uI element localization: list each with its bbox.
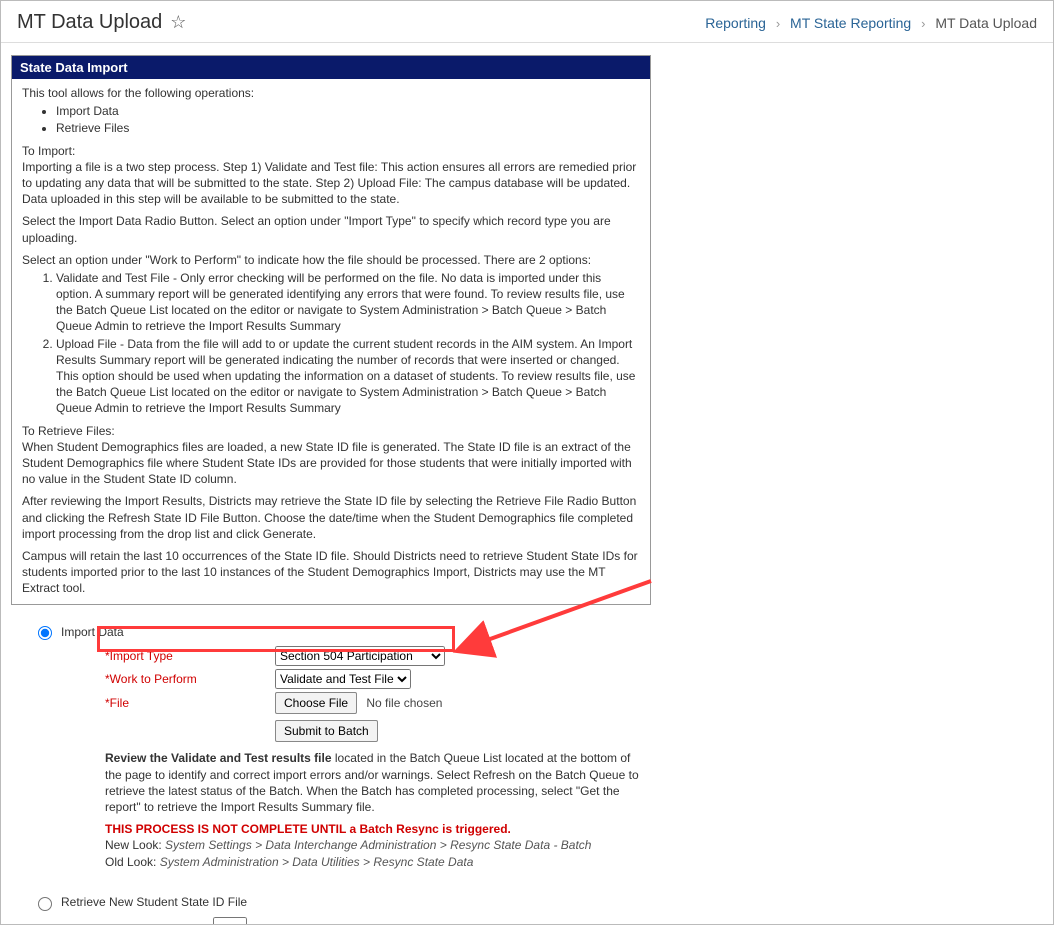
choose-file-button[interactable]: Choose File — [275, 692, 357, 714]
work-to-perform-select[interactable]: Validate and Test File — [275, 669, 411, 689]
submit-to-batch-button[interactable]: Submit to Batch — [275, 720, 378, 742]
to-import-heading: To Import: — [22, 143, 640, 159]
import-fields: *Import Type Section 504 Participation *… — [105, 646, 641, 742]
breadcrumb-link-reporting[interactable]: Reporting — [705, 15, 766, 31]
favorite-star-icon[interactable]: ☆ — [170, 12, 186, 33]
breadcrumb: Reporting › MT State Reporting › MT Data… — [705, 15, 1037, 31]
import-data-radio[interactable] — [38, 626, 52, 640]
work-perform-lead: Select an option under "Work to Perform"… — [22, 252, 640, 268]
import-data-radio-row: Import Data — [33, 623, 641, 640]
new-look-label: New Look: — [105, 838, 165, 852]
form-area: Import Data *Import Type Section 504 Par… — [11, 605, 651, 924]
panel-body: This tool allows for the following opera… — [12, 79, 650, 604]
import-type-label: *Import Type — [105, 648, 275, 664]
to-import-p2: Select the Import Data Radio Button. Sel… — [22, 213, 640, 245]
work-to-perform-label: *Work to Perform — [105, 671, 275, 687]
to-retrieve-heading: To Retrieve Files: — [22, 423, 640, 439]
file-label: *File — [105, 695, 275, 711]
page-title: MT Data Upload — [17, 11, 162, 34]
retrieve-radio-row: Retrieve New Student State ID File — [33, 894, 641, 911]
retrieve-file-radio[interactable] — [38, 897, 52, 911]
content-scroll[interactable]: State Data Import This tool allows for t… — [1, 45, 1053, 924]
page-title-wrap: MT Data Upload ☆ — [17, 11, 186, 34]
retrieve-file-label: Retrieve New Student State ID File — [61, 894, 247, 910]
work-opt-1: Validate and Test File - Only error chec… — [56, 270, 640, 335]
chevron-right-icon: › — [776, 16, 780, 31]
file-status: No file chosen — [366, 696, 442, 710]
intro-text: This tool allows for the following opera… — [22, 85, 640, 101]
state-data-import-panel: State Data Import This tool allows for t… — [11, 55, 651, 605]
resync-warning: THIS PROCESS IS NOT COMPLETE UNTIL a Bat… — [105, 821, 645, 837]
old-look-label: Old Look: — [105, 855, 160, 869]
import-type-select[interactable]: Section 504 Participation — [275, 646, 445, 666]
work-opt-2: Upload File - Data from the file will ad… — [56, 336, 640, 417]
breadcrumb-link-mt-state-reporting[interactable]: MT State Reporting — [790, 15, 911, 31]
to-retrieve-p1: When Student Demographics files are load… — [22, 439, 640, 488]
state-id-file-select[interactable] — [213, 917, 247, 924]
panel-header: State Data Import — [12, 56, 650, 79]
breadcrumb-current: MT Data Upload — [935, 15, 1037, 31]
op-item: Retrieve Files — [56, 120, 640, 136]
import-data-label: Import Data — [61, 624, 124, 640]
to-retrieve-p2: After reviewing the Import Results, Dist… — [22, 493, 640, 542]
old-look-path: System Administration > Data Utilities >… — [160, 855, 474, 869]
chevron-right-icon: › — [921, 16, 925, 31]
header-bar: MT Data Upload ☆ Reporting › MT State Re… — [1, 1, 1053, 43]
to-retrieve-p3: Campus will retain the last 10 occurrenc… — [22, 548, 640, 597]
retrieve-block: Retrieve New Student State ID File Refre… — [33, 894, 641, 924]
to-import-p1: Importing a file is a two step process. … — [22, 159, 640, 208]
review-instructions: Review the Validate and Test results fil… — [105, 750, 645, 869]
op-item: Import Data — [56, 103, 640, 119]
new-look-path: System Settings > Data Interchange Admin… — [165, 838, 591, 852]
review-bold: Review the Validate and Test results fil… — [105, 751, 332, 765]
